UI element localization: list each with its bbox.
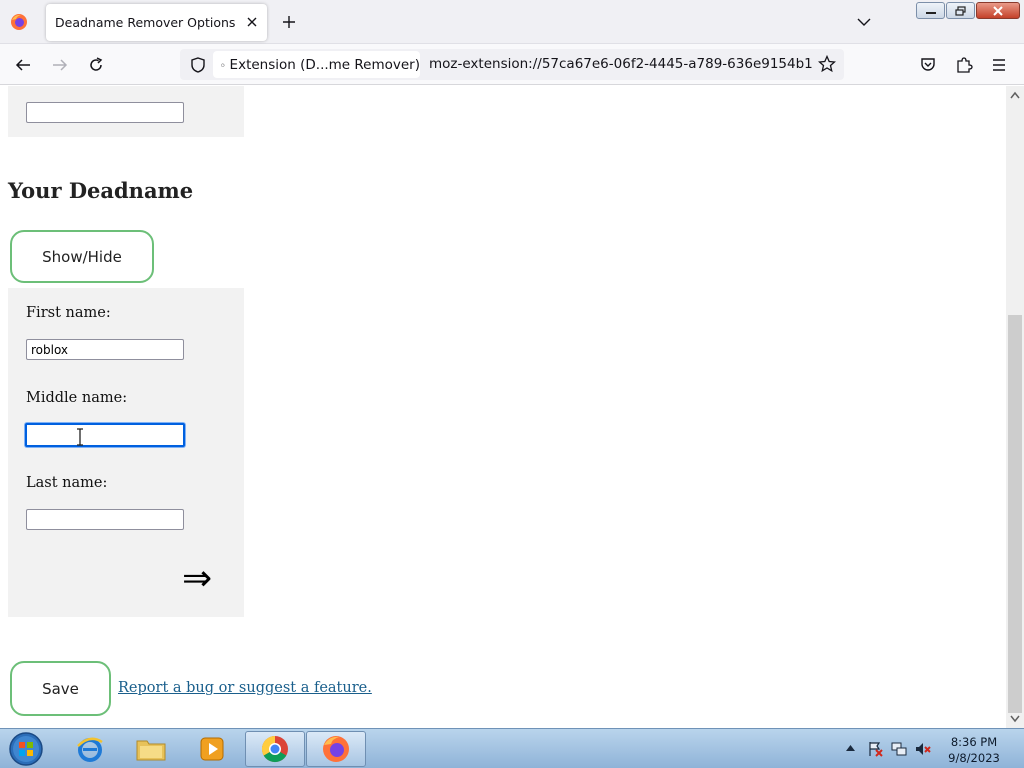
clock-time: 8:36 PM <box>950 735 998 749</box>
show-hidden-icons-icon[interactable] <box>846 744 855 752</box>
save-button[interactable]: Save <box>10 661 111 716</box>
middle-name-input[interactable] <box>25 423 185 447</box>
explorer-taskbar-button[interactable] <box>121 731 181 767</box>
show-hide-button[interactable]: Show/Hide <box>10 230 154 283</box>
media-player-icon <box>200 737 224 761</box>
tab-deadname-options[interactable]: Deadname Remover Options <box>46 4 267 41</box>
restore-button[interactable] <box>946 2 975 19</box>
first-name-label: First name: <box>26 305 111 321</box>
firefox-icon <box>11 14 27 30</box>
deadname-heading: Your Deadname <box>8 178 194 203</box>
firefox-icon <box>323 736 349 762</box>
action-center-flag-icon[interactable] <box>867 741 883 757</box>
extensions-icon[interactable] <box>955 56 973 74</box>
firefox-taskbar-button[interactable] <box>306 731 366 767</box>
windows-taskbar: 8:36 PM 9/8/2023 <box>0 728 1024 768</box>
restore-icon <box>954 5 966 16</box>
next-arrow-icon[interactable]: ⇒ <box>182 561 212 597</box>
page-content: Your Deadname Show/Hide First name: Midd… <box>0 86 1006 728</box>
volume-muted-icon[interactable] <box>915 741 931 757</box>
menu-hamburger-icon[interactable] <box>990 56 1008 74</box>
bookmark-star-icon[interactable] <box>818 55 836 73</box>
scroll-thumb[interactable] <box>1008 315 1022 713</box>
internet-explorer-taskbar-button[interactable] <box>60 731 120 767</box>
last-name-label: Last name: <box>26 475 108 491</box>
navigation-bar: Extension (D...me Remover) moz-extension… <box>0 44 1024 85</box>
forward-arrow-icon[interactable] <box>51 56 69 74</box>
url-bar[interactable]: Extension (D...me Remover) moz-extension… <box>180 49 844 80</box>
media-player-taskbar-button[interactable] <box>182 731 242 767</box>
start-button-icon[interactable] <box>6 730 46 768</box>
tab-title: Deadname Remover Options <box>55 15 236 30</box>
window-close-button[interactable] <box>976 2 1020 19</box>
site-identity-button[interactable]: Extension (D...me Remover) <box>213 51 420 78</box>
report-bug-link[interactable]: Report a bug or suggest a feature. <box>118 680 372 696</box>
shield-icon[interactable] <box>189 56 207 74</box>
tab-strip: Deadname Remover Options <box>0 0 1024 44</box>
folder-icon <box>136 740 166 761</box>
first-name-input[interactable] <box>26 339 184 360</box>
chrome-icon <box>261 735 288 763</box>
middle-name-label: Middle name: <box>26 390 128 406</box>
text-cursor-icon <box>77 428 83 446</box>
chrome-taskbar-button[interactable] <box>245 731 305 767</box>
clock-date: 9/8/2023 <box>948 751 1000 765</box>
chevron-down-icon[interactable] <box>857 15 871 29</box>
close-tab-icon[interactable] <box>245 15 259 29</box>
back-arrow-icon[interactable] <box>14 56 32 74</box>
url-text[interactable]: moz-extension://57ca67e6-06f2-4445-a789-… <box>429 56 812 72</box>
network-icon[interactable] <box>891 741 907 757</box>
minimize-icon <box>925 11 936 14</box>
site-identity-label: Extension (D...me Remover) <box>229 56 420 73</box>
scroll-up-icon[interactable] <box>1010 91 1020 99</box>
minimize-button[interactable] <box>916 2 945 19</box>
page-scrollbar[interactable] <box>1006 86 1024 728</box>
previous-section-input[interactable] <box>26 102 184 123</box>
last-name-input[interactable] <box>26 509 184 530</box>
scroll-down-icon[interactable] <box>1010 715 1020 723</box>
close-icon <box>993 5 1003 16</box>
reload-icon[interactable] <box>87 56 105 74</box>
new-tab-icon[interactable] <box>281 14 297 30</box>
pocket-icon[interactable] <box>919 56 937 74</box>
internet-explorer-icon <box>77 737 103 762</box>
window-controls <box>916 2 1020 19</box>
system-clock[interactable]: 8:36 PM 9/8/2023 <box>940 734 1008 766</box>
puzzle-piece-icon <box>221 62 225 66</box>
